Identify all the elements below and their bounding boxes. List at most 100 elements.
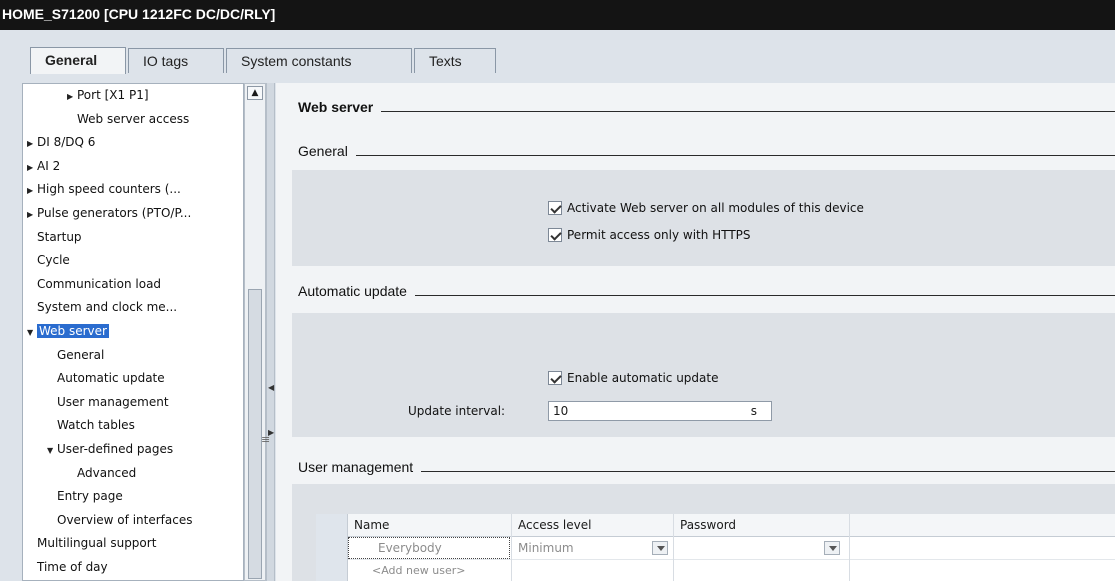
sidebar-item[interactable]: ▼ User-defined pages xyxy=(23,439,243,462)
https-only-label: Permit access only with HTTPS xyxy=(567,228,751,242)
access-level-cell[interactable]: Minimum xyxy=(512,537,674,560)
checkbox-checked-icon[interactable] xyxy=(548,371,562,385)
sidebar-item-label: Pulse generators (PTO/P... xyxy=(37,206,192,220)
sidebar-item[interactable]: Advanced xyxy=(23,463,243,486)
column-access-level[interactable]: Access level xyxy=(512,514,674,537)
section-user-management-title: User management xyxy=(298,459,414,475)
sidebar-item-label: System and clock me... xyxy=(37,300,178,315)
properties-frame: General IO tags System constants Texts ▶… xyxy=(18,30,1115,581)
navigation-tree: ▶ Port [X1 P1] Web server access ▶ DI 8/DQ 6… xyxy=(22,83,244,581)
sidebar-item[interactable]: Web server access xyxy=(23,109,243,132)
sidebar-item[interactable]: ▶ AI 2 xyxy=(23,156,243,179)
sidebar-item[interactable]: ▶ Pulse generators (PTO/P... xyxy=(23,203,243,226)
enable-auto-update-checkbox[interactable]: Enable automatic update xyxy=(548,371,718,385)
sidebar-item-label: Web server access xyxy=(77,111,190,126)
sidebar-item-label: Startup xyxy=(37,229,82,244)
sidebar-item-label: Entry page xyxy=(57,489,123,504)
sidebar-item-label: DI 8/DQ 6 xyxy=(37,135,96,150)
password-cell[interactable] xyxy=(674,537,850,560)
window-title: HOME_S71200 [CPU 1212FC DC/DC/RLY] xyxy=(0,0,1115,30)
sidebar-item-label: Time of day xyxy=(37,560,108,574)
sidebar-item[interactable]: Startup xyxy=(23,227,243,250)
table-row[interactable]: Everybody Minimum xyxy=(316,537,1115,560)
section-user-management: User management xyxy=(298,455,1115,475)
nav-scrollbar[interactable]: ▲ xyxy=(244,83,266,581)
cell-focus-outline xyxy=(348,537,510,559)
activate-web-server-checkbox[interactable]: Activate Web server on all modules of th… xyxy=(548,201,864,215)
user-management-panel: Name Access level Password Everybody Min… xyxy=(292,484,1115,581)
sidebar-item[interactable]: System and clock me... xyxy=(23,297,243,320)
automatic-update-panel: Enable automatic update Update interval:… xyxy=(292,313,1115,437)
update-interval-value: 10 xyxy=(553,404,569,418)
add-new-user-cell[interactable]: <Add new user> xyxy=(348,560,512,581)
tab-bar: General IO tags System constants Texts xyxy=(30,47,498,74)
sidebar-item-label: General xyxy=(57,347,105,362)
sidebar-item-label: Web server xyxy=(37,324,109,338)
sidebar-item-label: Multilingual support xyxy=(37,536,157,551)
table-row[interactable]: <Add new user> xyxy=(316,560,1115,581)
checkbox-checked-icon[interactable] xyxy=(548,201,562,215)
sidebar-item[interactable]: ▶ High speed counters (... xyxy=(23,179,243,202)
expanded-arrow-icon[interactable]: ▼ xyxy=(47,446,57,455)
section-automatic-update: Automatic update xyxy=(298,279,1115,299)
scroll-up-icon[interactable]: ▲ xyxy=(247,86,263,100)
page-title: Web server xyxy=(298,99,374,115)
sidebar-item[interactable]: ▼ Web server xyxy=(23,321,243,344)
sidebar-item[interactable]: Automatic update xyxy=(23,368,243,391)
sidebar-item-label: Communication load xyxy=(37,276,162,291)
sidebar-item[interactable]: Watch tables xyxy=(23,415,243,438)
tab-texts[interactable]: Texts xyxy=(414,48,496,73)
collapsed-arrow-icon[interactable]: ▶ xyxy=(27,163,37,172)
settings-content: Web server General Activate Web server o… xyxy=(276,83,1115,581)
grip-icon: ≡ xyxy=(261,433,271,446)
sidebar-item[interactable]: General xyxy=(23,345,243,368)
scroll-thumb[interactable] xyxy=(248,289,262,579)
tab-system-constants[interactable]: System constants xyxy=(226,48,412,73)
collapsed-arrow-icon[interactable]: ▶ xyxy=(27,210,37,219)
update-interval-unit: s xyxy=(750,404,757,418)
update-interval-label: Update interval: xyxy=(408,404,506,418)
sidebar-item-label: Automatic update xyxy=(57,371,165,386)
sidebar-item[interactable]: Time of day xyxy=(23,557,243,580)
checkbox-checked-icon[interactable] xyxy=(548,228,562,242)
collapse-left-icon[interactable]: ◀ xyxy=(268,383,274,392)
sidebar-item[interactable]: Cycle xyxy=(23,250,243,273)
sidebar-item[interactable]: Entry page xyxy=(23,486,243,509)
sidebar-item[interactable]: ▶ Port [X1 P1] xyxy=(23,85,243,108)
section-automatic-update-title: Automatic update xyxy=(298,283,407,299)
table-header: Name Access level Password xyxy=(316,514,1115,537)
sidebar-item-label: User management xyxy=(57,394,169,409)
column-password[interactable]: Password xyxy=(674,514,850,537)
sidebar-item[interactable]: Overview of interfaces xyxy=(23,510,243,533)
sidebar-item[interactable]: ▶ DI 8/DQ 6 xyxy=(23,132,243,155)
collapsed-arrow-icon[interactable]: ▶ xyxy=(27,139,37,148)
user-table: Name Access level Password Everybody Min… xyxy=(316,514,1115,581)
column-name[interactable]: Name xyxy=(348,514,512,537)
collapsed-arrow-icon[interactable]: ▶ xyxy=(27,186,37,195)
tab-general[interactable]: General xyxy=(30,47,126,74)
update-interval-input[interactable]: 10 s xyxy=(548,401,772,421)
https-only-checkbox[interactable]: Permit access only with HTTPS xyxy=(548,228,751,242)
sidebar-item-label: User-defined pages xyxy=(57,442,174,456)
collapsed-arrow-icon[interactable]: ▶ xyxy=(67,92,77,101)
sidebar-item-label: Port [X1 P1] xyxy=(77,88,149,102)
sidebar-item-label: Advanced xyxy=(77,465,137,480)
sidebar-item-label: Overview of interfaces xyxy=(57,512,193,527)
access-level-value: Minimum xyxy=(518,541,574,555)
expanded-arrow-icon[interactable]: ▼ xyxy=(27,328,37,337)
password-dropdown-icon[interactable] xyxy=(824,541,840,555)
section-web-server: Web server xyxy=(298,95,1115,115)
sidebar-item[interactable]: Multilingual support xyxy=(23,533,243,556)
sidebar-item-label: High speed counters (... xyxy=(37,182,181,197)
sidebar-item-label: AI 2 xyxy=(37,158,61,173)
enable-auto-update-label: Enable automatic update xyxy=(567,371,719,385)
sidebar-item[interactable]: Communication load xyxy=(23,274,243,297)
section-general-title: General xyxy=(298,143,348,159)
activate-web-server-label: Activate Web server on all modules of th… xyxy=(567,201,864,215)
sidebar-item[interactable]: User management xyxy=(23,392,243,415)
section-general: General xyxy=(298,139,1115,159)
access-level-dropdown-icon[interactable] xyxy=(652,541,668,555)
sidebar-item-label: Watch tables xyxy=(57,418,135,433)
tab-io-tags[interactable]: IO tags xyxy=(128,48,224,73)
pane-splitter[interactable]: ◀ ▶ ≡ xyxy=(261,83,275,581)
